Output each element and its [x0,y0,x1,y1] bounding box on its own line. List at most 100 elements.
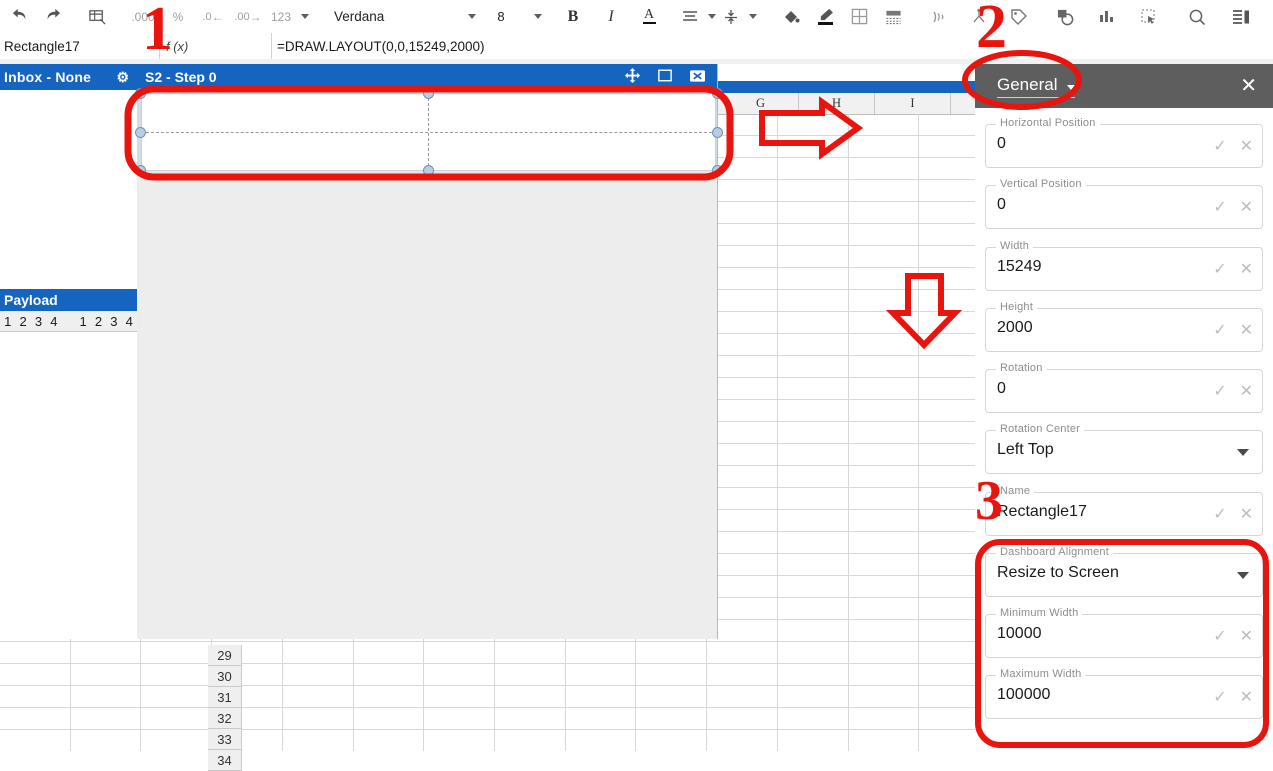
grid-cell[interactable] [424,642,496,663]
property-field-minimum-width[interactable]: Minimum Width 10000 ✓ ✕ [985,607,1263,658]
property-field-value[interactable]: 2000 [997,319,1033,337]
chevron-down-icon[interactable] [1237,572,1249,579]
grid-cell[interactable] [636,642,708,663]
grid-cell[interactable] [495,642,566,663]
function-icon[interactable]: f (x) [160,33,272,59]
grid-cell[interactable] [849,334,920,355]
grid-cell[interactable] [707,642,778,663]
grid-cell[interactable] [778,158,849,179]
grid-cell[interactable] [424,664,496,685]
clear-x-icon[interactable]: ✕ [1240,136,1253,156]
clear-x-icon[interactable]: ✕ [1240,197,1253,217]
grid-cell[interactable] [849,378,920,399]
grid-cell[interactable] [71,686,142,707]
grid-cell[interactable] [424,686,496,707]
grid-cell[interactable] [849,730,920,751]
grid-cell[interactable] [778,620,849,641]
grid-cell[interactable] [849,312,920,333]
column-header-g[interactable]: G [723,93,799,114]
close-icon[interactable]: ✕ [1240,76,1257,96]
grid-cell[interactable] [849,576,920,597]
grid-cell[interactable] [354,642,425,663]
grid-cell[interactable] [849,664,920,685]
property-field-rotation[interactable]: Rotation 0 ✓ ✕ [985,362,1263,413]
merge-cells-icon[interactable] [878,3,908,31]
resize-handle-bottom-right[interactable] [712,165,723,176]
property-field-vertical-position[interactable]: Vertical Position 0 ✓ ✕ [985,178,1263,229]
property-field-value[interactable]: Resize to Screen [997,564,1119,582]
text-color-button[interactable]: A [634,3,664,31]
grid-cell[interactable] [778,312,849,333]
move-icon[interactable] [625,68,640,86]
grid-cell[interactable] [495,664,566,685]
side-panel-icon[interactable] [1226,3,1256,31]
grid-cell[interactable] [849,620,920,641]
grid-cell[interactable] [141,642,213,663]
grid-cell[interactable] [354,708,425,729]
grid-cell[interactable] [71,708,142,729]
grid-cell[interactable] [424,730,496,751]
shapes-icon[interactable] [1050,3,1080,31]
grid-cell[interactable] [707,730,778,751]
grid-cell[interactable] [707,686,778,707]
main-toolbar[interactable]: .000 % .0 ← .00 → 123 Verdana 8 B I A i [0,0,1273,34]
grid-cell[interactable] [707,708,778,729]
grid-cell[interactable] [566,686,637,707]
grid-cell[interactable] [849,400,920,421]
italic-button[interactable]: I [596,3,626,31]
increase-decimal-button[interactable]: .00 → [233,3,263,31]
property-field-value[interactable]: 10000 [997,625,1042,643]
grid-cell[interactable] [566,664,637,685]
grid-cell[interactable] [849,708,920,729]
clear-x-icon[interactable]: ✕ [1240,626,1253,646]
undo-icon[interactable] [6,3,36,31]
grid-cell[interactable] [71,642,142,663]
grid-cell[interactable] [566,708,637,729]
resize-handle-bottom-center[interactable] [423,165,434,176]
vertical-align-icon[interactable] [720,3,760,31]
grid-cell[interactable] [778,510,849,531]
grid-cell[interactable] [778,686,849,707]
grid-cell[interactable] [849,422,920,443]
row-header-31[interactable]: 31 [208,687,242,708]
pen-color-icon[interactable] [810,3,840,31]
check-icon[interactable]: ✓ [1213,320,1226,340]
grid-cell[interactable] [778,180,849,201]
resize-handle-top-left[interactable] [135,88,146,99]
resize-handle-top-right[interactable] [712,88,723,99]
grid-cell[interactable] [0,730,71,751]
grid-cell[interactable] [849,532,920,553]
clear-x-icon[interactable]: ✕ [1240,381,1253,401]
grid-cell[interactable] [778,334,849,355]
grid-cell[interactable] [283,708,354,729]
grid-cell[interactable] [778,554,849,575]
grid-cell[interactable] [495,686,566,707]
property-field-value[interactable]: Left Top [997,441,1054,459]
grid-cell[interactable] [495,708,566,729]
grid-cell[interactable] [141,708,213,729]
grid-cell[interactable] [0,664,71,685]
close-window-icon[interactable] [690,69,705,86]
grid-cell[interactable] [636,664,708,685]
grid-cell[interactable] [636,730,708,751]
grid-cell[interactable] [849,114,920,135]
grid-cell[interactable] [778,708,849,729]
grid-cell[interactable] [778,268,849,289]
grid-cell[interactable] [849,224,920,245]
clear-x-icon[interactable]: ✕ [1240,259,1253,279]
grid-cell[interactable] [849,488,920,509]
grid-cell[interactable] [778,444,849,465]
property-field-rotation-center[interactable]: Rotation Center Left Top [985,423,1263,474]
grid-cell[interactable] [778,202,849,223]
grid-cell[interactable] [849,642,920,663]
grid-cell[interactable] [283,664,354,685]
grid-cell[interactable] [707,664,778,685]
grid-cell[interactable] [778,730,849,751]
grid-cell[interactable] [354,730,425,751]
formula-bar[interactable]: Rectangle17 f (x) =DRAW.LAYOUT(0,0,15249… [0,33,1273,60]
grid-cell[interactable] [778,532,849,553]
column-header-h[interactable]: H [799,93,875,114]
grid-cell[interactable] [0,708,71,729]
grid-cell[interactable] [354,686,425,707]
grid-cell[interactable] [778,356,849,377]
